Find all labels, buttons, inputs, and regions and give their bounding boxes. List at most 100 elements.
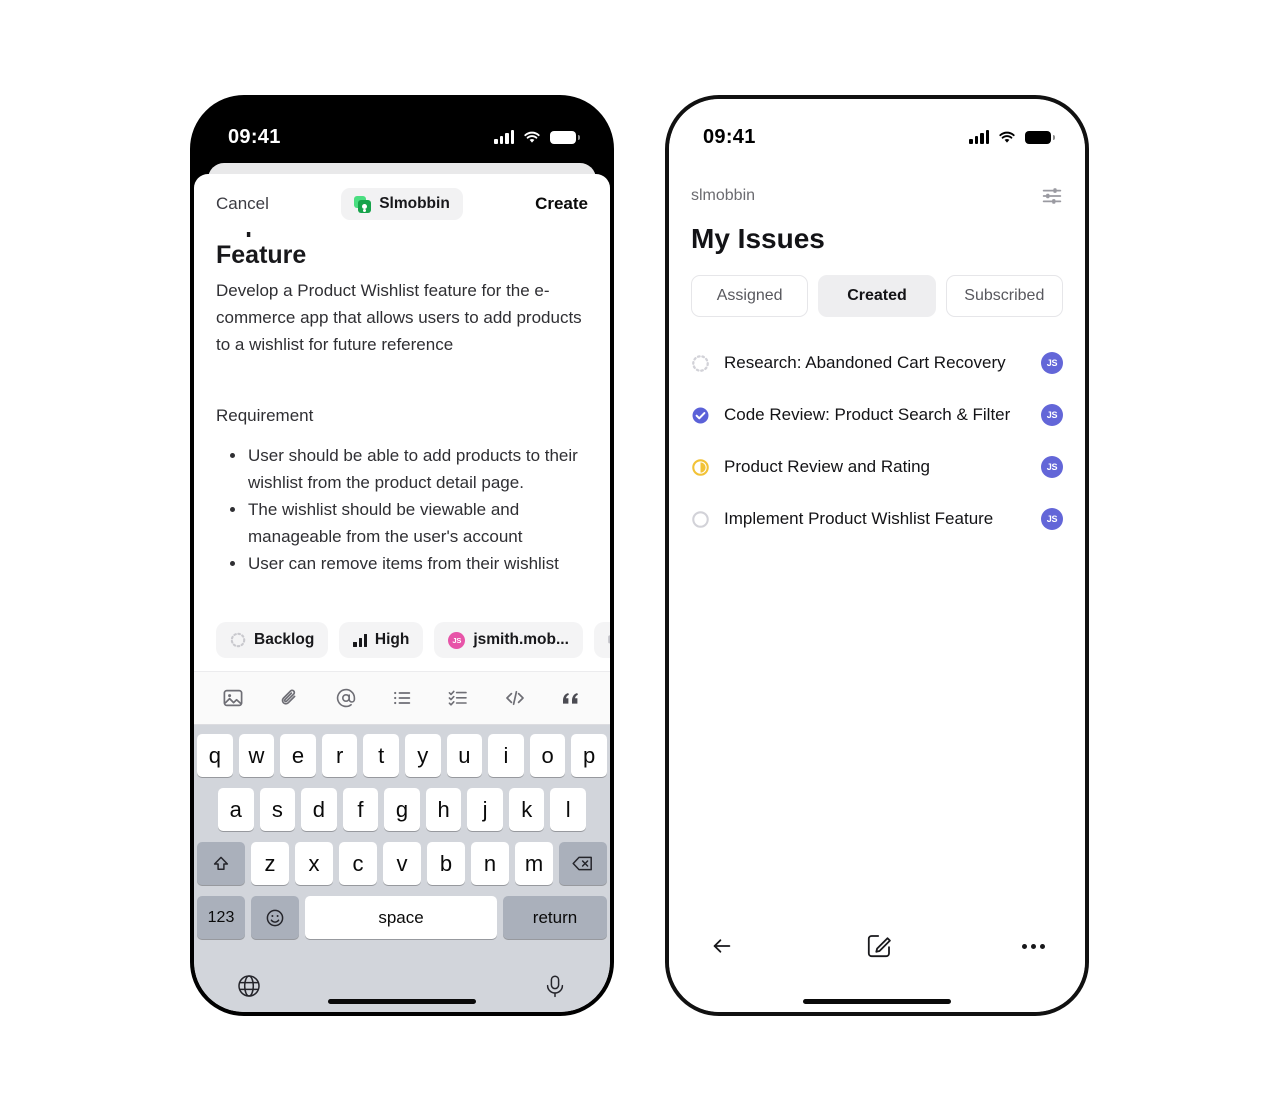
key-t[interactable]: t <box>363 734 399 777</box>
wifi-icon <box>523 130 541 144</box>
globe-icon[interactable] <box>235 972 263 1000</box>
chip-assignee[interactable]: JS jsmith.mob... <box>434 622 583 658</box>
sheet-header: Cancel Slmobbin Create <box>194 174 610 232</box>
avatar: JS <box>1041 508 1063 530</box>
requirement-item: User can remove items from their wishlis… <box>224 550 588 577</box>
wifi-icon <box>998 130 1016 144</box>
key-p[interactable]: p <box>571 734 607 777</box>
keyboard-row-4: 123 space return <box>197 896 607 939</box>
key-v[interactable]: v <box>383 842 421 885</box>
key-d[interactable]: d <box>301 788 337 831</box>
status-time: 09:41 <box>228 125 281 148</box>
requirement-list: User should be able to add products to t… <box>216 442 588 577</box>
backlog-dotted-circle-icon <box>230 632 246 648</box>
backspace-key[interactable] <box>559 842 607 885</box>
signal-bars-icon <box>494 130 514 144</box>
issue-row[interactable]: Code Review: Product Search & Filter JS <box>691 389 1063 441</box>
microphone-icon[interactable] <box>541 972 569 1000</box>
issues-top-bar: slmobbin <box>669 161 1085 207</box>
mention-icon[interactable] <box>333 685 359 711</box>
battery-icon <box>550 130 580 144</box>
create-issue-sheet: Cancel Slmobbin Create Implement Product… <box>194 174 610 1012</box>
key-s[interactable]: s <box>259 788 296 831</box>
chip-label: Backlog <box>254 631 315 648</box>
avatar: JS <box>1041 352 1063 374</box>
page-title: My Issues <box>691 223 825 254</box>
done-check-circle-icon <box>692 407 709 423</box>
key-y[interactable]: y <box>405 734 441 777</box>
phone-right-my-issues: 09:41 slmobbin My Issues Assigned Create… <box>665 95 1089 1016</box>
screenshot-stage: 09:41 Cancel Slmobbin Create Feature Dev… <box>0 0 1280 1113</box>
requirement-item: The wishlist should be viewable and mana… <box>224 496 588 550</box>
return-key[interactable]: return <box>503 896 607 939</box>
key-k[interactable]: k <box>508 788 545 831</box>
paperclip-icon[interactable] <box>276 685 302 711</box>
code-icon[interactable] <box>502 685 528 711</box>
key-o[interactable]: o <box>529 734 566 777</box>
key-i[interactable]: i <box>488 734 524 777</box>
shift-key[interactable] <box>197 842 245 885</box>
quote-icon[interactable] <box>558 685 584 711</box>
keyboard-row-3: z x c v b n m <box>197 842 607 885</box>
key-q[interactable]: q <box>197 734 233 777</box>
numbers-key[interactable]: 123 <box>197 896 245 939</box>
issue-title-line1: Implement Product Wishlist <box>216 232 545 238</box>
key-w[interactable]: w <box>238 734 275 777</box>
issue-row[interactable]: Research: Abandoned Cart Recovery JS <box>691 337 1063 389</box>
chip-label-picker[interactable]: Label <box>593 622 610 658</box>
status-indicators <box>494 130 580 144</box>
issue-description[interactable]: Develop a Product Wishlist feature for t… <box>216 277 588 358</box>
cancel-button[interactable]: Cancel <box>216 194 269 214</box>
checklist-icon[interactable] <box>445 685 471 711</box>
key-j[interactable]: j <box>467 788 503 831</box>
key-h[interactable]: h <box>425 788 462 831</box>
issue-row[interactable]: Implement Product Wishlist Feature JS <box>691 493 1063 545</box>
issue-title[interactable]: Implement Product Wishlist Feature <box>216 232 588 269</box>
key-g[interactable]: g <box>384 788 420 831</box>
issue-title: Code Review: Product Search & Filter <box>724 405 1011 424</box>
requirement-heading: Requirement <box>216 406 314 425</box>
tab-assigned[interactable]: Assigned <box>691 275 809 317</box>
key-c[interactable]: c <box>339 842 377 885</box>
key-u[interactable]: u <box>446 734 483 777</box>
key-a[interactable]: a <box>217 788 254 831</box>
space-key[interactable]: space <box>305 896 497 939</box>
key-e[interactable]: e <box>280 734 316 777</box>
battery-icon <box>1025 130 1055 144</box>
team-selector-pill[interactable]: Slmobbin <box>341 188 463 220</box>
create-button[interactable]: Create <box>535 194 588 214</box>
image-icon[interactable] <box>220 685 246 711</box>
key-b[interactable]: b <box>427 842 465 885</box>
requirement-item: User should be able to add products to t… <box>224 442 588 496</box>
keyboard-row-1: q w e r t y u i o p <box>197 734 607 777</box>
home-indicator <box>803 999 951 1004</box>
sliders-filter-icon[interactable] <box>1041 185 1063 207</box>
keyboard-row-2: a s d f g h j k l <box>197 788 607 831</box>
tab-subscribed[interactable]: Subscribed <box>945 275 1063 317</box>
tab-created[interactable]: Created <box>818 275 936 317</box>
workspace-name[interactable]: slmobbin <box>691 187 755 205</box>
issue-title: Research: Abandoned Cart Recovery <box>724 353 1006 372</box>
issue-editor-body[interactable]: Implement Product Wishlist Feature Devel… <box>194 232 610 609</box>
key-r[interactable]: r <box>321 734 358 777</box>
back-arrow-icon[interactable] <box>709 933 735 959</box>
right-screen: 09:41 slmobbin My Issues Assigned Create… <box>669 99 1085 1012</box>
avatar: JS <box>1041 456 1063 478</box>
key-x[interactable]: x <box>295 842 333 885</box>
compose-new-issue-icon[interactable] <box>865 932 893 960</box>
avatar: JS <box>1041 404 1063 426</box>
issue-row[interactable]: Product Review and Rating JS <box>691 441 1063 493</box>
more-ellipsis-icon[interactable] <box>1022 943 1045 949</box>
emoji-smiley-icon[interactable] <box>251 896 299 939</box>
chip-label: jsmith.mob... <box>473 631 569 648</box>
key-f[interactable]: f <box>342 788 379 831</box>
key-m[interactable]: m <box>515 842 553 885</box>
chip-status-backlog[interactable]: Backlog <box>216 622 329 658</box>
left-screen: 09:41 Cancel Slmobbin Create Feature Dev… <box>194 99 610 1012</box>
key-n[interactable]: n <box>471 842 509 885</box>
key-l[interactable]: l <box>550 788 587 831</box>
bullet-list-icon[interactable] <box>389 685 415 711</box>
chip-priority-high[interactable]: High <box>339 622 424 658</box>
issues-tab-group: Assigned Created Subscribed <box>669 255 1085 317</box>
key-z[interactable]: z <box>251 842 289 885</box>
